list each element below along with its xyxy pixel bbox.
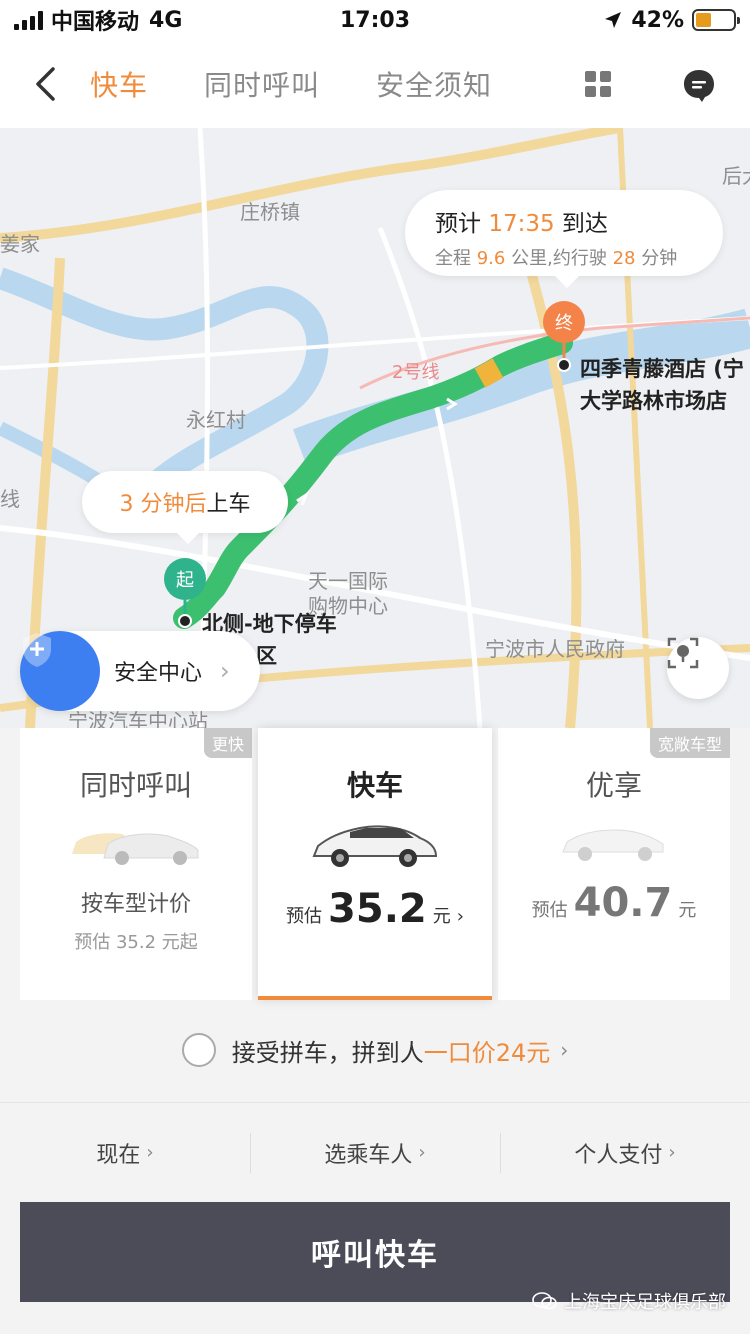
chevron-right-icon: ›	[560, 1038, 569, 1062]
payment-option[interactable]: 个人支付 ›	[500, 1103, 750, 1202]
back-button[interactable]	[0, 40, 90, 128]
ride-options: 现在 › 选乘车人 › 个人支付 ›	[0, 1102, 750, 1202]
chevron-right-icon: ›	[456, 906, 464, 927]
route-map[interactable]: 庄桥镇 姜家 永红村 2号线 天一国际 购物中心 宁波市人民政府 宁波汽车中心站…	[0, 128, 750, 728]
chevron-right-icon: ›	[220, 657, 230, 685]
price-unit: 元	[432, 906, 451, 927]
price-unit: 元	[678, 900, 697, 921]
chevron-right-icon: ›	[146, 1142, 154, 1163]
watermark-text: 上海宝庆足球俱乐部	[564, 1292, 726, 1313]
distance-mid: 公里,约行驶	[511, 248, 607, 269]
card-price: 预估 35.2 元 ›	[258, 886, 492, 932]
eta-suffix: 到达	[561, 211, 608, 237]
map-label-metro-line: 2号线	[392, 362, 440, 383]
chevron-right-icon: ›	[668, 1142, 676, 1163]
card-express[interactable]: 快车 预估 35.2 元 ›	[258, 728, 492, 1000]
option-label: 个人支付	[574, 1142, 663, 1168]
locate-icon	[667, 637, 699, 669]
distance-prefix: 全程	[435, 248, 471, 269]
card-premium[interactable]: 宽敞车型 优享 预估 40.7 元	[498, 728, 730, 1000]
call-express-button[interactable]: 呼叫快车	[20, 1202, 730, 1302]
map-label-zhuangqiao: 庄桥镇	[240, 200, 300, 224]
card-title: 同时呼叫	[79, 769, 192, 802]
vehicle-cards: 更快 同时呼叫 按车型计价 预估 35.2 元起 快车 预估 35.2 元 › …	[0, 728, 750, 1000]
safety-center-button[interactable]: 安全中心 ›	[20, 631, 260, 711]
price-prefix: 预估	[286, 906, 323, 927]
option-label: 现在	[96, 1142, 141, 1168]
eta-time: 17:35	[488, 211, 555, 237]
departure-time-option[interactable]: 现在 ›	[0, 1103, 250, 1202]
card-tag: 宽敞车型	[649, 728, 730, 758]
battery-percent: 42%	[631, 7, 684, 33]
locate-button[interactable]	[667, 637, 729, 699]
car-icon	[562, 829, 664, 861]
card-title: 优享	[585, 769, 642, 802]
battery-icon	[692, 9, 740, 31]
location-arrow-icon	[605, 12, 622, 28]
carpool-text: 接受拼车，拼到人	[231, 1038, 424, 1067]
pickup-text: 上车	[206, 492, 251, 517]
message-icon[interactable]	[682, 68, 716, 104]
distance-value: 9.6	[476, 248, 506, 269]
watermark: 上海宝庆足球俱乐部	[532, 1288, 726, 1314]
duration-suffix: 分钟	[641, 248, 678, 269]
map-label-houda: 后大	[722, 164, 750, 188]
car-icon	[312, 825, 438, 867]
wechat-icon	[532, 1292, 557, 1310]
option-label: 选乘车人	[324, 1142, 413, 1168]
duration-value: 28	[612, 248, 636, 269]
map-label-line: 线	[0, 487, 20, 511]
passenger-option[interactable]: 选乘车人 ›	[250, 1103, 500, 1202]
chevron-right-icon: ›	[418, 1142, 426, 1163]
carpool-price: 一口价24元	[423, 1038, 551, 1067]
tab-safety-notice[interactable]: 安全须知	[376, 64, 492, 104]
top-nav: 快车 同时呼叫 安全须知	[0, 40, 750, 128]
back-chevron-icon	[36, 67, 55, 101]
map-label-government: 宁波市人民政府	[485, 637, 625, 661]
shield-icon	[20, 631, 100, 711]
destination-name-1: 四季青藤酒店 (宁	[580, 357, 744, 381]
carpool-radio[interactable]	[181, 1033, 216, 1067]
grid-icon[interactable]	[585, 71, 611, 97]
tab-simultaneous-call[interactable]: 同时呼叫	[204, 64, 320, 104]
card-estimate: 预估 35.2 元起	[74, 932, 198, 953]
price-value: 40.7	[573, 880, 673, 926]
cars-icon	[72, 833, 199, 865]
end-pin-icon: 终	[543, 301, 585, 343]
pickup-bubble: 3 分钟后 上车	[82, 471, 288, 544]
safety-center-label: 安全中心	[114, 661, 203, 686]
card-subtitle: 按车型计价	[80, 892, 191, 917]
price-value: 35.2	[328, 886, 427, 932]
map-label-yonghong: 永红村	[186, 408, 246, 432]
network-label: 4G	[149, 7, 183, 33]
eta-prefix: 预计	[435, 211, 481, 237]
card-tag: 更快	[203, 728, 252, 758]
card-simultaneous-call[interactable]: 更快 同时呼叫 按车型计价 预估 35.2 元起	[20, 728, 252, 1000]
tab-express[interactable]: 快车	[90, 64, 148, 104]
map-label-jiangjia: 姜家	[0, 232, 40, 256]
signal-icon	[14, 10, 43, 30]
pickup-minutes: 3 分钟后	[119, 492, 207, 517]
destination-name-2: 大学路林市场店	[580, 389, 727, 413]
eta-bubble: 预计 17:35 到达 全程 9.6 公里,约行驶 28 分钟	[405, 190, 723, 288]
carpool-option[interactable]: 接受拼车，拼到人 一口价24元 ›	[0, 1000, 750, 1100]
start-pin-icon: 起	[164, 558, 206, 600]
card-price: 预估 40.7 元	[498, 880, 730, 926]
price-prefix: 预估	[531, 900, 568, 921]
carrier-label: 中国移动	[51, 10, 140, 35]
card-title: 快车	[346, 769, 403, 802]
status-bar: 中国移动 4G 17:03 42%	[0, 0, 750, 40]
